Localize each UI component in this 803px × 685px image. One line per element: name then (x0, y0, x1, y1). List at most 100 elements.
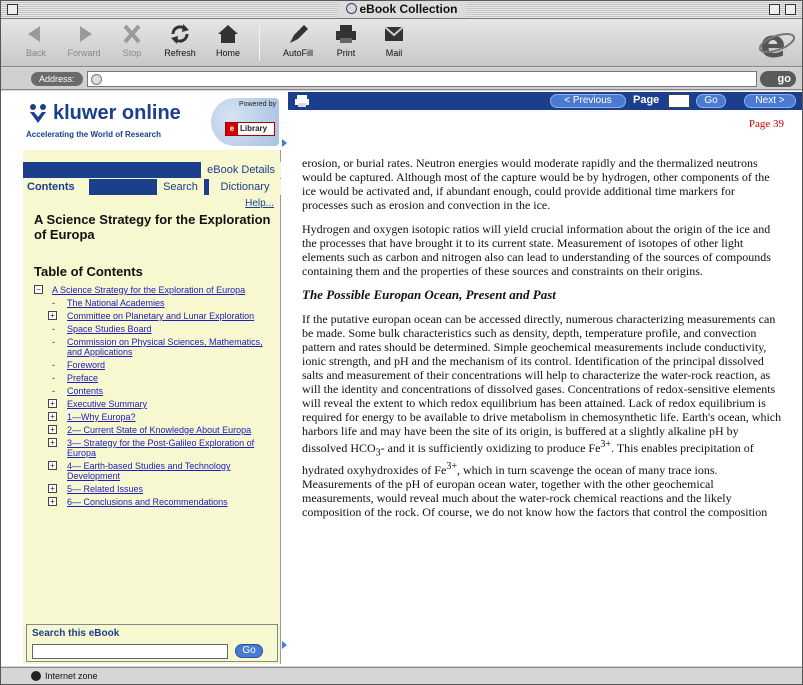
toc-item[interactable]: − A Science Strategy for the Exploration … (34, 285, 278, 295)
stop-label: Stop (122, 48, 142, 58)
toc-item[interactable]: +1—Why Europa? (34, 412, 278, 422)
toc-item[interactable]: - Preface (34, 373, 278, 383)
refresh-button[interactable]: Refresh (155, 23, 205, 58)
library-badge: e Library (225, 122, 275, 136)
brand-header: kluwer online Accelerating the World of … (23, 92, 281, 150)
toc-item-label[interactable]: 1—Why Europa? (67, 412, 136, 422)
home-label: Home (215, 48, 240, 58)
expand-icon[interactable]: + (48, 399, 57, 408)
mail-icon (384, 26, 404, 41)
page-go-button[interactable]: Go (696, 94, 726, 108)
e-logo-icon: e (226, 123, 238, 135)
toc-item-label[interactable]: 6— Conclusions and Recommendations (67, 497, 228, 507)
toc-item-label[interactable]: 5— Related Issues (67, 484, 143, 494)
expand-icon[interactable]: + (48, 438, 57, 447)
paragraph: erosion, or burial rates. Neutron energi… (302, 156, 770, 212)
toc-item-label[interactable]: Foreword (67, 360, 105, 370)
toc-bullet: - (52, 298, 55, 308)
splitter-arrow-icon[interactable] (282, 139, 287, 147)
page-number-input[interactable] (668, 94, 690, 108)
print-page-icon[interactable] (294, 94, 310, 108)
toc-item[interactable]: +5— Related Issues (34, 484, 278, 494)
toc-item-label[interactable]: Space Studies Board (67, 324, 152, 334)
toc-item[interactable]: + Committee on Planetary and Lunar Explor… (34, 311, 278, 321)
search-go-button[interactable]: Go (235, 644, 263, 658)
expand-icon[interactable]: + (48, 484, 57, 493)
expand-icon[interactable]: + (48, 497, 57, 506)
toc-item-label[interactable]: A Science Strategy for the Exploration o… (52, 285, 245, 295)
library-text: Library (240, 124, 268, 133)
address-go-button[interactable]: go (760, 71, 796, 87)
toc-item-label[interactable]: Contents (67, 386, 103, 396)
powered-by-badge: Powered by e Library (211, 98, 279, 146)
tab-search[interactable]: Search (157, 179, 204, 195)
close-box[interactable] (7, 4, 18, 15)
next-button[interactable]: Next > (744, 94, 796, 108)
table-of-contents: − A Science Strategy for the Exploration … (34, 285, 278, 510)
page-icon (91, 74, 102, 85)
section-heading: The Possible Europan Ocean, Present and … (302, 287, 556, 302)
home-icon (218, 25, 238, 43)
zoom-box[interactable] (769, 4, 780, 15)
page-content: kluwer online Accelerating the World of … (1, 91, 802, 666)
expand-icon[interactable]: + (48, 412, 57, 421)
search-ebook-label: Search this eBook (32, 628, 120, 639)
forward-label: Forward (67, 48, 101, 58)
search-ebook-panel: Search this eBook Go (26, 624, 278, 662)
toc-item[interactable]: - The National Academies (34, 298, 278, 308)
search-ebook-input[interactable] (32, 644, 228, 659)
mail-button[interactable]: Mail (369, 23, 419, 58)
tab-ebook-details[interactable]: eBook Details (200, 162, 281, 178)
toc-item[interactable]: +6— Conclusions and Recommendations (34, 497, 278, 507)
print-button[interactable]: Print (321, 23, 371, 58)
toc-item-label[interactable]: The National Academies (67, 298, 165, 308)
autofill-button[interactable]: AutoFill (273, 23, 323, 58)
toc-item-label[interactable]: Executive Summary (67, 399, 147, 409)
toc-item[interactable]: +4— Earth-based Studies and Technology D… (34, 461, 278, 481)
expand-icon[interactable]: + (48, 461, 57, 470)
toc-bullet: - (52, 386, 55, 396)
home-button[interactable]: Home (203, 23, 253, 58)
toc-item-label[interactable]: 4— Earth-based Studies and Technology De… (67, 461, 230, 481)
expand-icon[interactable]: + (48, 311, 57, 320)
kluwer-logo-icon (30, 104, 46, 123)
toc-item-label[interactable]: Committee on Planetary and Lunar Explora… (67, 311, 254, 321)
forward-button[interactable]: Forward (59, 23, 109, 58)
toc-item[interactable]: +2— Current State of Knowledge About Eur… (34, 425, 278, 435)
reader-pane: < Previous Page Go Next > Page 39 erosio… (288, 92, 802, 664)
tab-dictionary[interactable]: Dictionary (209, 179, 281, 195)
toc-item[interactable]: - Space Studies Board (34, 324, 278, 334)
address-field[interactable] (87, 71, 757, 87)
toc-item[interactable]: - Commission on Physical Sciences, Mathem… (34, 337, 278, 357)
previous-button[interactable]: < Previous (550, 94, 626, 108)
back-button[interactable]: Back (11, 23, 61, 58)
status-bar: Internet zone (1, 667, 802, 684)
stop-button[interactable]: Stop (107, 23, 157, 58)
toc-item[interactable]: - Foreword (34, 360, 278, 370)
toc-item-label[interactable]: Preface (67, 373, 98, 383)
tab-contents[interactable]: Contents (23, 179, 89, 196)
paragraph: Hydrogen and oxygen isotopic ratios will… (302, 222, 771, 278)
toc-item-label[interactable]: Commission on Physical Sciences, Mathema… (67, 337, 263, 357)
toc-item[interactable]: - Contents (34, 386, 278, 396)
forward-arrow-icon (80, 26, 92, 42)
toc-item-label[interactable]: 3— Strategy for the Post-Galileo Explora… (67, 438, 254, 458)
autofill-label: AutoFill (282, 48, 313, 58)
superscript: 3+ (600, 439, 612, 450)
help-link[interactable]: Help... (245, 198, 274, 209)
window-title-text: eBook Collection (359, 2, 458, 16)
toc-item[interactable]: +3— Strategy for the Post-Galileo Explor… (34, 438, 278, 458)
splitter-arrow-icon[interactable] (282, 641, 287, 649)
brand-tagline: Accelerating the World of Research (26, 130, 161, 139)
mail-label: Mail (385, 48, 403, 58)
collapse-box[interactable] (785, 4, 796, 15)
security-zone: Internet zone (31, 671, 98, 681)
title-bar[interactable]: eBook Collection (1, 1, 802, 19)
printer-icon (336, 25, 356, 43)
stop-x-icon (123, 24, 141, 44)
collapse-icon[interactable]: − (34, 285, 43, 294)
toc-item[interactable]: + Executive Summary (34, 399, 278, 409)
toc-item-label[interactable]: 2— Current State of Knowledge About Euro… (67, 425, 251, 435)
expand-icon[interactable]: + (48, 425, 57, 434)
autofill-icon (290, 25, 308, 43)
